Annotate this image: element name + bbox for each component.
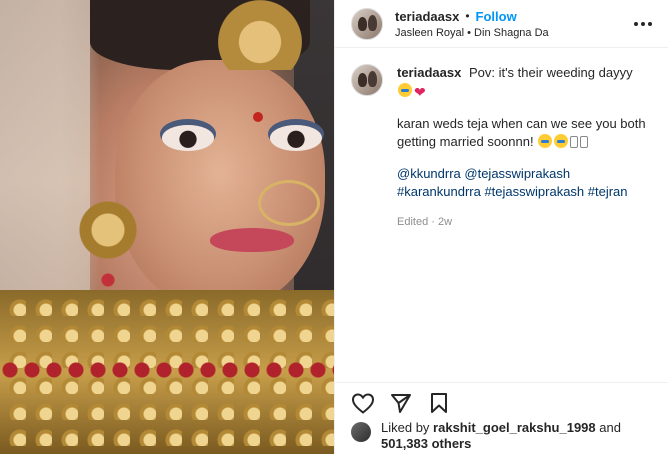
heart-outline-icon [351,392,375,414]
caption-meta: Edited · 2w [397,216,453,228]
likes-count[interactable]: 501,383 others [381,436,471,451]
share-icon [391,393,411,413]
caption-text: teriadaasx Pov: it's their weeding dayyy… [397,64,647,231]
likes-text: Liked by rakshit_goel_rakshu_1998 and 50… [381,420,621,452]
caption-tags: @kkundrra @tejasswiprakash #karankundrra… [397,165,647,201]
caption-line-2: karan weds teja when can we see you both… [397,115,647,151]
caption-username[interactable]: teriadaasx [397,65,461,80]
image-head-jewelry [205,0,315,70]
like-button[interactable] [351,391,375,415]
follow-button[interactable]: Follow [476,9,517,24]
bookmark-icon [431,392,447,413]
caption-line-1: teriadaasx Pov: it's their weeding dayyy… [397,64,647,101]
missing-glyph-icon [570,136,579,148]
audio-label[interactable]: Jasleen Royal • Din Shagna Da [395,27,549,39]
author-username[interactable]: teriadaasx [395,9,459,24]
caption-hashtags[interactable]: #karankundrra #tejasswiprakash #tejran [397,184,628,199]
image-eye-right [270,125,322,151]
crying-emoji-icon [554,134,569,148]
liker-username[interactable]: rakshit_goel_rakshu_1998 [433,420,596,435]
image-lips [210,228,294,252]
likes-and: and [599,420,621,435]
likes-summary: Liked by rakshit_goel_rakshu_1998 and 50… [351,420,661,452]
action-bar [335,382,668,422]
likes-prefix: Liked by [381,420,430,435]
share-button[interactable] [389,391,413,415]
post-header: teriadaasx • Follow Jasleen Royal • Din … [335,0,668,48]
caption-mentions[interactable]: @kkundrra @tejasswiprakash [397,166,570,181]
more-icon[interactable] [633,14,653,34]
caption-first-line: Pov: it's their weeding dayyy [468,65,633,80]
more-dots-icon [634,22,652,26]
separator-dot: • [465,9,470,23]
caption-second-line: karan weds teja when can we see you both… [397,116,646,149]
post-side-panel: teriadaasx • Follow Jasleen Royal • Din … [334,0,668,454]
save-button[interactable] [427,391,451,415]
header-text: teriadaasx • Follow Jasleen Royal • Din … [395,9,549,39]
image-nose-ring [258,180,320,226]
caption-avatar[interactable] [351,64,383,96]
caption-comment: teriadaasx Pov: it's their weeding dayyy… [351,64,653,231]
image-eye-left [162,125,214,151]
author-avatar[interactable] [351,7,383,40]
crying-emoji-icon [398,83,412,97]
post-image[interactable] [0,0,334,454]
missing-glyph-icon [580,136,589,148]
crying-emoji-icon [538,134,553,148]
image-bindi [253,112,263,122]
comments-area: teriadaasx Pov: it's their weeding dayyy… [335,48,668,382]
image-beads [0,360,334,380]
liker-avatar[interactable] [351,422,371,442]
heart-emoji-icon: ❤ [414,84,426,100]
header-top-row: teriadaasx • Follow [395,9,549,24]
